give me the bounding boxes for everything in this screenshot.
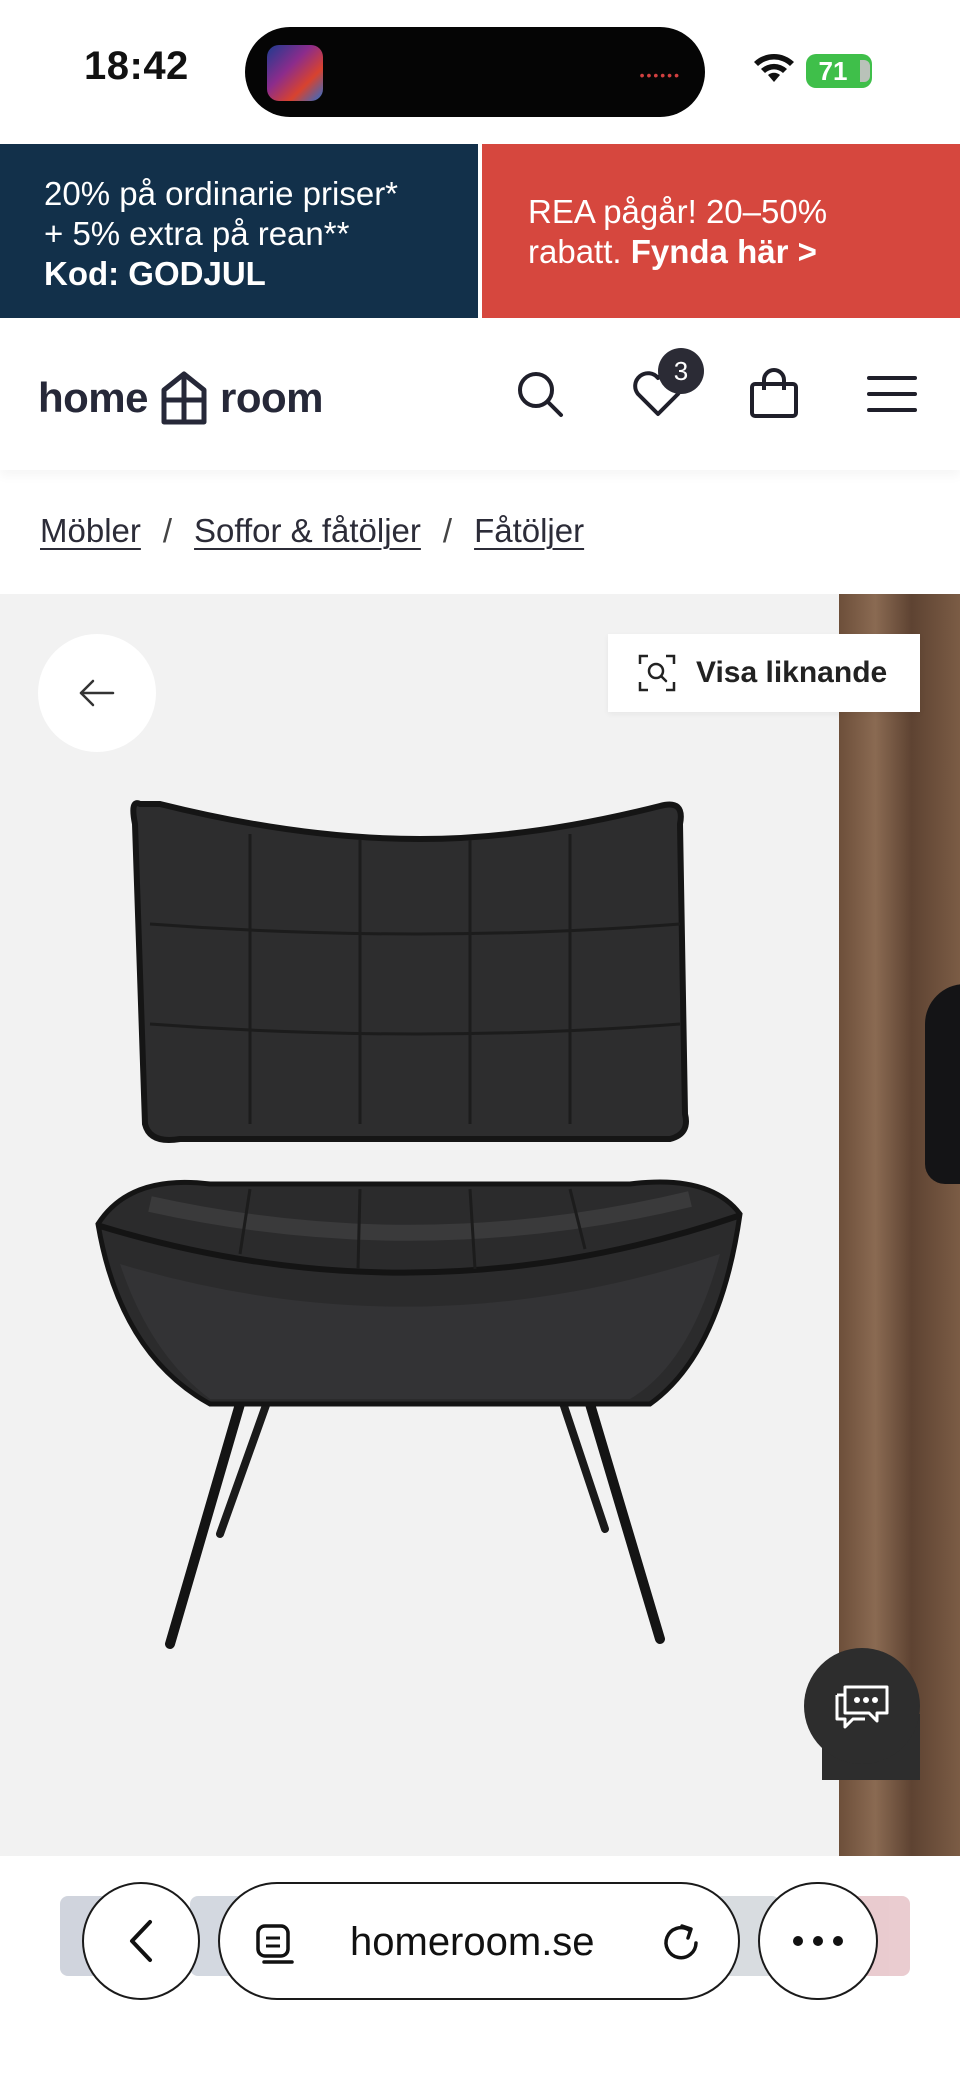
url-text: homeroom.se (350, 1920, 595, 1964)
breadcrumb-mobler[interactable]: Möbler (40, 512, 141, 550)
breadcrumb-separator: / (162, 512, 173, 549)
show-similar-label: Visa liknande (696, 656, 888, 689)
promo-code-banner[interactable]: 20% på ordinarie priser* + 5% extra på r… (0, 144, 478, 318)
menu-icon (867, 376, 917, 412)
sale-line-1: REA pågår! 20–50% (528, 193, 828, 230)
chat-icon (835, 1685, 889, 1729)
battery-level: 71 (818, 56, 848, 86)
more-icon (793, 1936, 843, 1946)
browser-toolbar: homeroom.se (0, 1856, 960, 2081)
site-header: home room 3 (0, 318, 960, 470)
chevron-left-icon (130, 1920, 152, 1962)
product-image-armchair (95, 800, 743, 1649)
page-menu-icon (256, 1924, 294, 1964)
logo-text-left: home (38, 374, 149, 421)
browser-back-button[interactable] (82, 1882, 200, 2000)
breadcrumb-separator: / (442, 512, 453, 549)
wifi-icon (754, 54, 794, 82)
dynamic-island: •••••• (245, 27, 705, 117)
logo-text-right: room (220, 374, 324, 421)
chat-button[interactable] (804, 1648, 920, 1764)
back-arrow-icon (79, 679, 115, 707)
next-image-chair (925, 984, 960, 1184)
bag-icon (750, 368, 798, 418)
homeroom-logo[interactable]: home room (38, 368, 324, 428)
menu-button[interactable] (862, 364, 922, 424)
wishlist-count-badge: 3 (658, 348, 704, 394)
sale-line-2-prefix: rabatt. (528, 233, 631, 270)
breadcrumb: Möbler / Soffor & fåtöljer / Fåtöljer (40, 512, 584, 550)
breadcrumb-soffor-fatoljer[interactable]: Soffor & fåtöljer (194, 512, 421, 550)
audio-indicator-icon: •••••• (639, 67, 681, 83)
cart-button[interactable] (744, 364, 804, 424)
battery-cap (860, 60, 870, 82)
promo-line-1: 20% på ordinarie priser* (44, 175, 399, 212)
search-icon (518, 372, 563, 417)
reload-icon[interactable] (658, 1920, 704, 1966)
gallery-back-button[interactable] (38, 634, 156, 752)
status-time: 18:42 (84, 44, 189, 88)
address-bar[interactable]: homeroom.se (218, 1882, 740, 2000)
product-image-gallery[interactable]: Visa liknande (0, 594, 960, 1856)
promo-code: Kod: GODJUL (44, 255, 266, 292)
promo-line-2: + 5% extra på rean** (44, 215, 350, 252)
sale-line-2: rabatt. Fynda här > (528, 232, 960, 272)
visual-search-icon (638, 654, 676, 692)
browser-more-button[interactable] (758, 1882, 878, 2000)
house-icon (161, 371, 207, 425)
battery-icon: 71 (806, 54, 872, 88)
promo-row: 20% på ordinarie priser* + 5% extra på r… (0, 144, 960, 318)
now-playing-artwork (267, 45, 323, 101)
status-bar: 18:42 •••••• 71 (0, 0, 960, 144)
sale-link[interactable]: Fynda här > (631, 233, 817, 270)
show-similar-button[interactable]: Visa liknande (608, 634, 920, 712)
breadcrumb-fatoljer[interactable]: Fåtöljer (474, 512, 584, 550)
sale-banner[interactable]: REA pågår! 20–50% rabatt. Fynda här > (482, 144, 960, 318)
search-button[interactable] (510, 364, 570, 424)
